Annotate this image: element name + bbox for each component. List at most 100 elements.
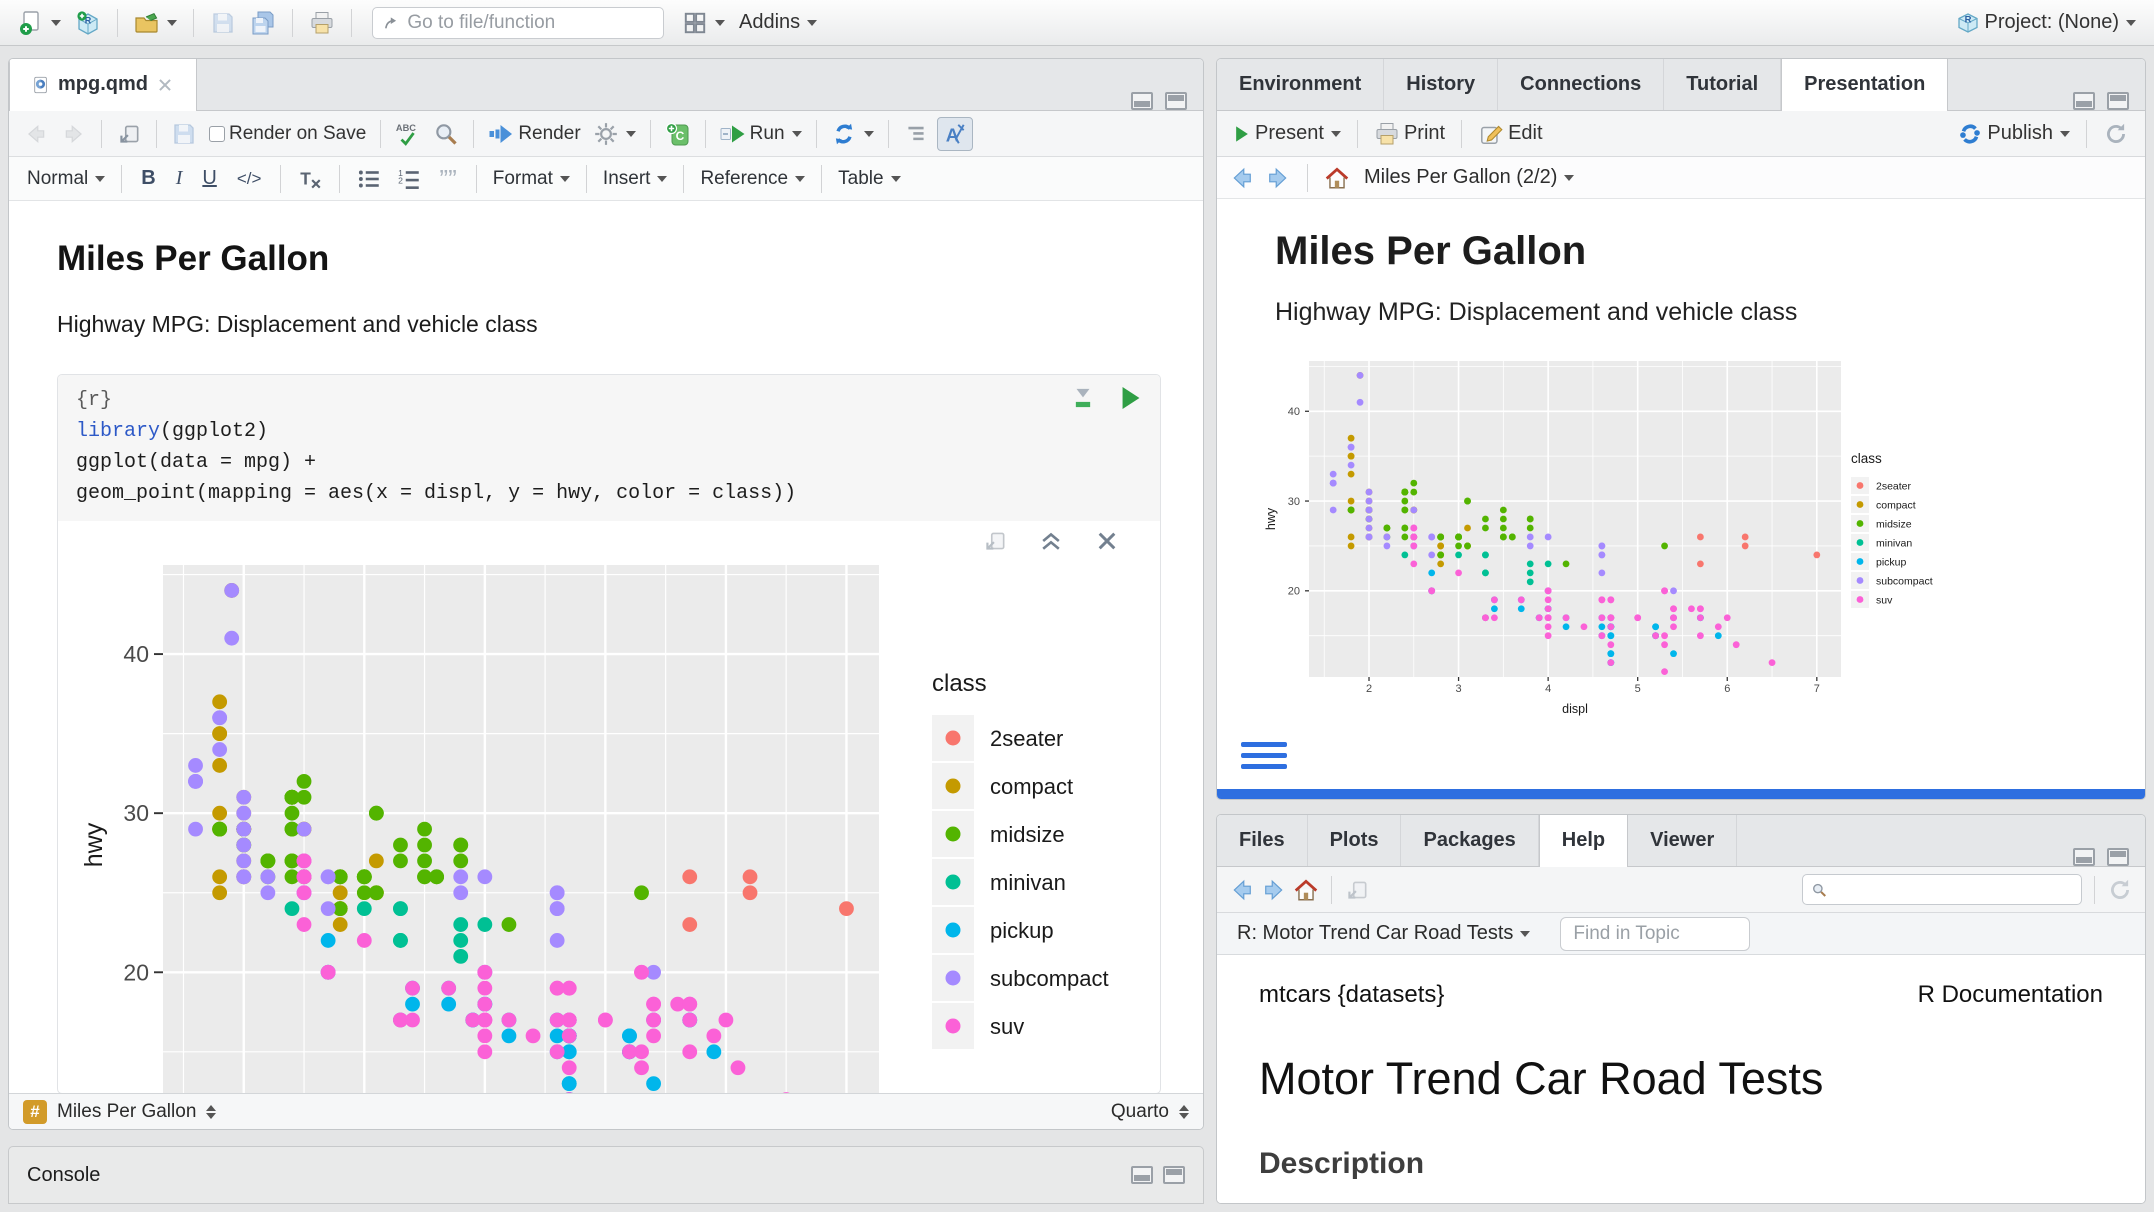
tab-tutorial[interactable]: Tutorial bbox=[1664, 58, 1781, 110]
forward-button[interactable] bbox=[57, 118, 91, 150]
back-button[interactable] bbox=[19, 118, 53, 150]
minimize-pane-icon[interactable] bbox=[2073, 92, 2095, 110]
format-menu[interactable]: Format bbox=[489, 165, 574, 193]
bullet-list-button[interactable] bbox=[352, 163, 386, 195]
tab-history[interactable]: History bbox=[1384, 58, 1498, 110]
help-search-input[interactable] bbox=[1833, 879, 2073, 900]
doc-paragraph[interactable]: Highway MPG: Displacement and vehicle cl… bbox=[57, 311, 1203, 338]
run-chunks-above-icon[interactable] bbox=[1070, 385, 1096, 411]
quarto-file-icon bbox=[32, 76, 50, 94]
new-file-button[interactable] bbox=[14, 7, 65, 39]
minimize-pane-icon[interactable] bbox=[2073, 848, 2095, 866]
print-icon bbox=[309, 10, 335, 36]
help-forward-icon[interactable] bbox=[1261, 877, 1287, 903]
addins-menu[interactable]: Addins bbox=[735, 8, 821, 37]
run-chunk-icon[interactable] bbox=[1118, 385, 1144, 411]
tab-connections[interactable]: Connections bbox=[1498, 58, 1664, 110]
visual-editor-canvas[interactable]: Miles Per Gallon Highway MPG: Displaceme… bbox=[9, 201, 1203, 1093]
print-button[interactable] bbox=[305, 7, 339, 39]
render-options-button[interactable] bbox=[589, 118, 640, 150]
maximize-pane-icon[interactable] bbox=[2107, 92, 2129, 110]
insert-chunk-button[interactable]: C bbox=[661, 118, 695, 150]
chunk-code-lines[interactable]: library(ggplot2)ggplot(data = mpg) + geo… bbox=[76, 416, 1142, 509]
collapse-output-icon[interactable] bbox=[1038, 528, 1064, 554]
bold-button[interactable]: B bbox=[134, 167, 162, 190]
minimize-pane-icon[interactable] bbox=[1131, 1166, 1153, 1184]
popout-window-button[interactable] bbox=[112, 118, 146, 150]
tab-help[interactable]: Help bbox=[1539, 814, 1628, 867]
help-back-icon[interactable] bbox=[1229, 877, 1255, 903]
underline-button[interactable]: U bbox=[195, 167, 223, 190]
tab-packages[interactable]: Packages bbox=[1401, 814, 1538, 866]
code-button[interactable]: </> bbox=[230, 169, 269, 189]
save-all-button[interactable] bbox=[246, 7, 280, 39]
outline-toggle-button[interactable] bbox=[899, 118, 933, 150]
reference-menu[interactable]: Reference bbox=[696, 165, 809, 193]
publish-button[interactable]: Publish bbox=[1953, 118, 2074, 150]
editor-tab-mpg-qmd[interactable]: mpg.qmd bbox=[9, 58, 197, 111]
home-icon[interactable] bbox=[1324, 165, 1350, 191]
topic-selector[interactable]: R: Motor Trend Car Road Tests bbox=[1233, 919, 1534, 948]
doc-heading[interactable]: Miles Per Gallon bbox=[57, 239, 1203, 279]
refresh-presentation-button[interactable] bbox=[2099, 118, 2133, 150]
svg-text:compact: compact bbox=[990, 774, 1073, 799]
help-search-box[interactable] bbox=[1802, 874, 2082, 905]
rerun-button[interactable] bbox=[827, 118, 878, 150]
render-on-save-checkbox[interactable] bbox=[209, 126, 225, 142]
chevron-down-icon bbox=[715, 20, 725, 26]
new-project-button[interactable]: R bbox=[71, 7, 105, 39]
code-chunk-editor[interactable]: {r} library(ggplot2)ggplot(data = mpg) +… bbox=[58, 375, 1160, 521]
slide-selector[interactable]: Miles Per Gallon (2/2) bbox=[1360, 163, 1578, 192]
maximize-pane-icon[interactable] bbox=[1165, 92, 1187, 110]
edit-presentation-button[interactable]: Edit bbox=[1474, 118, 1546, 150]
goto-file-search[interactable] bbox=[372, 7, 664, 39]
print-presentation-button[interactable]: Print bbox=[1370, 118, 1449, 150]
italic-button[interactable]: I bbox=[169, 167, 190, 190]
nav-forward-icon[interactable] bbox=[1265, 165, 1291, 191]
open-file-button[interactable] bbox=[130, 7, 181, 39]
paragraph-style-select[interactable]: Normal bbox=[23, 165, 109, 193]
close-icon[interactable] bbox=[156, 76, 174, 94]
find-replace-button[interactable] bbox=[429, 118, 463, 150]
svg-text:3: 3 bbox=[1456, 683, 1462, 695]
render-on-save-toggle[interactable]: Render on Save bbox=[205, 120, 370, 148]
popout-help-icon[interactable] bbox=[1344, 877, 1370, 903]
table-menu[interactable]: Table bbox=[834, 165, 904, 193]
numbered-list-button[interactable]: 12 bbox=[392, 163, 426, 195]
goto-file-input[interactable] bbox=[407, 12, 653, 34]
spellcheck-button[interactable]: ABC bbox=[391, 118, 425, 150]
run-button[interactable]: Run bbox=[716, 118, 806, 150]
blockquote-button[interactable]: ”” bbox=[432, 174, 463, 184]
doc-format-label[interactable]: Quarto bbox=[1111, 1101, 1169, 1123]
help-home-icon[interactable] bbox=[1293, 877, 1319, 903]
project-menu[interactable]: R Project: (None) bbox=[1951, 7, 2141, 39]
tab-environment[interactable]: Environment bbox=[1217, 58, 1384, 110]
clear-output-icon[interactable] bbox=[1094, 528, 1120, 554]
format-selector-icon[interactable] bbox=[1179, 1105, 1189, 1119]
status-section-label[interactable]: Miles Per Gallon bbox=[57, 1101, 196, 1123]
render-button[interactable]: Render bbox=[484, 118, 584, 150]
save-button[interactable] bbox=[206, 7, 240, 39]
tab-plots[interactable]: Plots bbox=[1308, 814, 1402, 866]
present-button[interactable]: Present bbox=[1229, 119, 1345, 148]
console-pane-header[interactable]: Console bbox=[8, 1146, 1204, 1204]
nav-back-icon[interactable] bbox=[1229, 165, 1255, 191]
minimize-pane-icon[interactable] bbox=[1131, 92, 1153, 110]
find-in-topic-input[interactable] bbox=[1560, 917, 1750, 951]
tab-presentation[interactable]: Presentation bbox=[1781, 58, 1948, 111]
maximize-pane-icon[interactable] bbox=[1163, 1166, 1185, 1184]
chevron-down-icon bbox=[891, 176, 901, 182]
popout-plot-icon[interactable] bbox=[982, 528, 1008, 554]
clear-formatting-button[interactable]: T bbox=[293, 163, 327, 195]
section-selector-icon[interactable] bbox=[206, 1105, 216, 1119]
save-doc-button[interactable] bbox=[167, 118, 201, 150]
help-toolbar bbox=[1217, 867, 2145, 913]
workspace-panes-button[interactable] bbox=[678, 7, 729, 39]
tab-viewer[interactable]: Viewer bbox=[1628, 814, 1737, 866]
slide-menu-icon[interactable] bbox=[1241, 742, 1287, 769]
maximize-pane-icon[interactable] bbox=[2107, 848, 2129, 866]
help-refresh-icon[interactable] bbox=[2107, 877, 2133, 903]
insert-menu[interactable]: Insert bbox=[599, 165, 672, 193]
visual-editor-toggle[interactable]: A bbox=[937, 117, 973, 151]
tab-files[interactable]: Files bbox=[1217, 814, 1308, 866]
